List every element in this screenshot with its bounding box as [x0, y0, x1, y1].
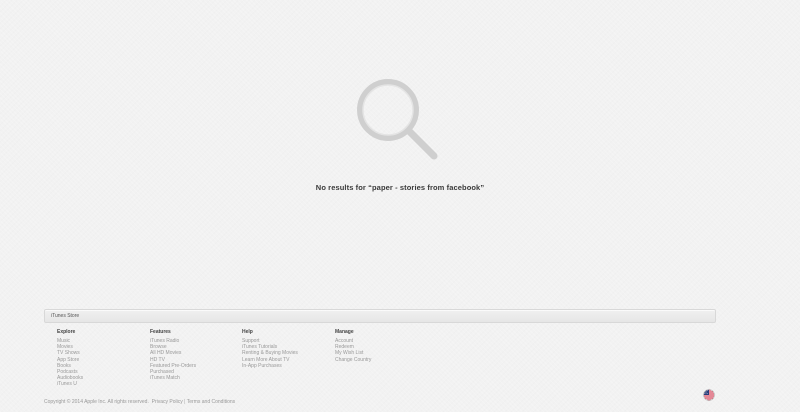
footer-link-change-country[interactable]: Change Country	[335, 357, 425, 363]
footer-col-heading: Explore	[57, 329, 76, 335]
no-results-message: No results for “paper - stories from fac…	[0, 183, 800, 192]
privacy-policy-link[interactable]: Privacy Policy	[152, 399, 183, 405]
footer-col-heading: Manage	[335, 329, 354, 335]
footer-col-heading: Features	[150, 329, 171, 335]
copyright-text: Copyright © 2014 Apple Inc. All rights r…	[44, 399, 149, 405]
footer-columns: Explore Music Movies TV Shows App Store …	[57, 329, 437, 389]
no-results-prefix: No results for	[315, 183, 369, 192]
terms-and-conditions-link[interactable]: Terms and Conditions	[187, 399, 235, 405]
footer-link-in-app-purchases[interactable]: In-App Purchases	[242, 363, 332, 369]
footer-col-heading: Help	[242, 329, 253, 335]
search-icon	[357, 79, 438, 160]
footer-col-features: Features iTunes Radio Browse All HD Movi…	[150, 329, 240, 381]
footer-bar-title: iTunes Store	[51, 313, 80, 319]
link-separator: |	[184, 399, 186, 405]
footer-bar: iTunes Store	[44, 309, 716, 323]
empty-search-state: No results for “paper - stories from fac…	[0, 78, 800, 192]
footer-col-explore: Explore Music Movies TV Shows App Store …	[57, 329, 147, 388]
copyright-line: Copyright © 2014 Apple Inc. All rights r…	[44, 399, 235, 405]
footer-link-itunes-u[interactable]: iTunes U	[57, 381, 147, 387]
search-query: “paper - stories from facebook”	[368, 183, 485, 192]
footer-col-help: Help Support iTunes Tutorials Renting & …	[242, 329, 332, 369]
footer-link-itunes-match[interactable]: iTunes Match	[150, 375, 240, 381]
footer-col-manage: Manage Account Redeem My Wish List Chang…	[335, 329, 425, 363]
us-flag-icon[interactable]	[703, 389, 715, 401]
